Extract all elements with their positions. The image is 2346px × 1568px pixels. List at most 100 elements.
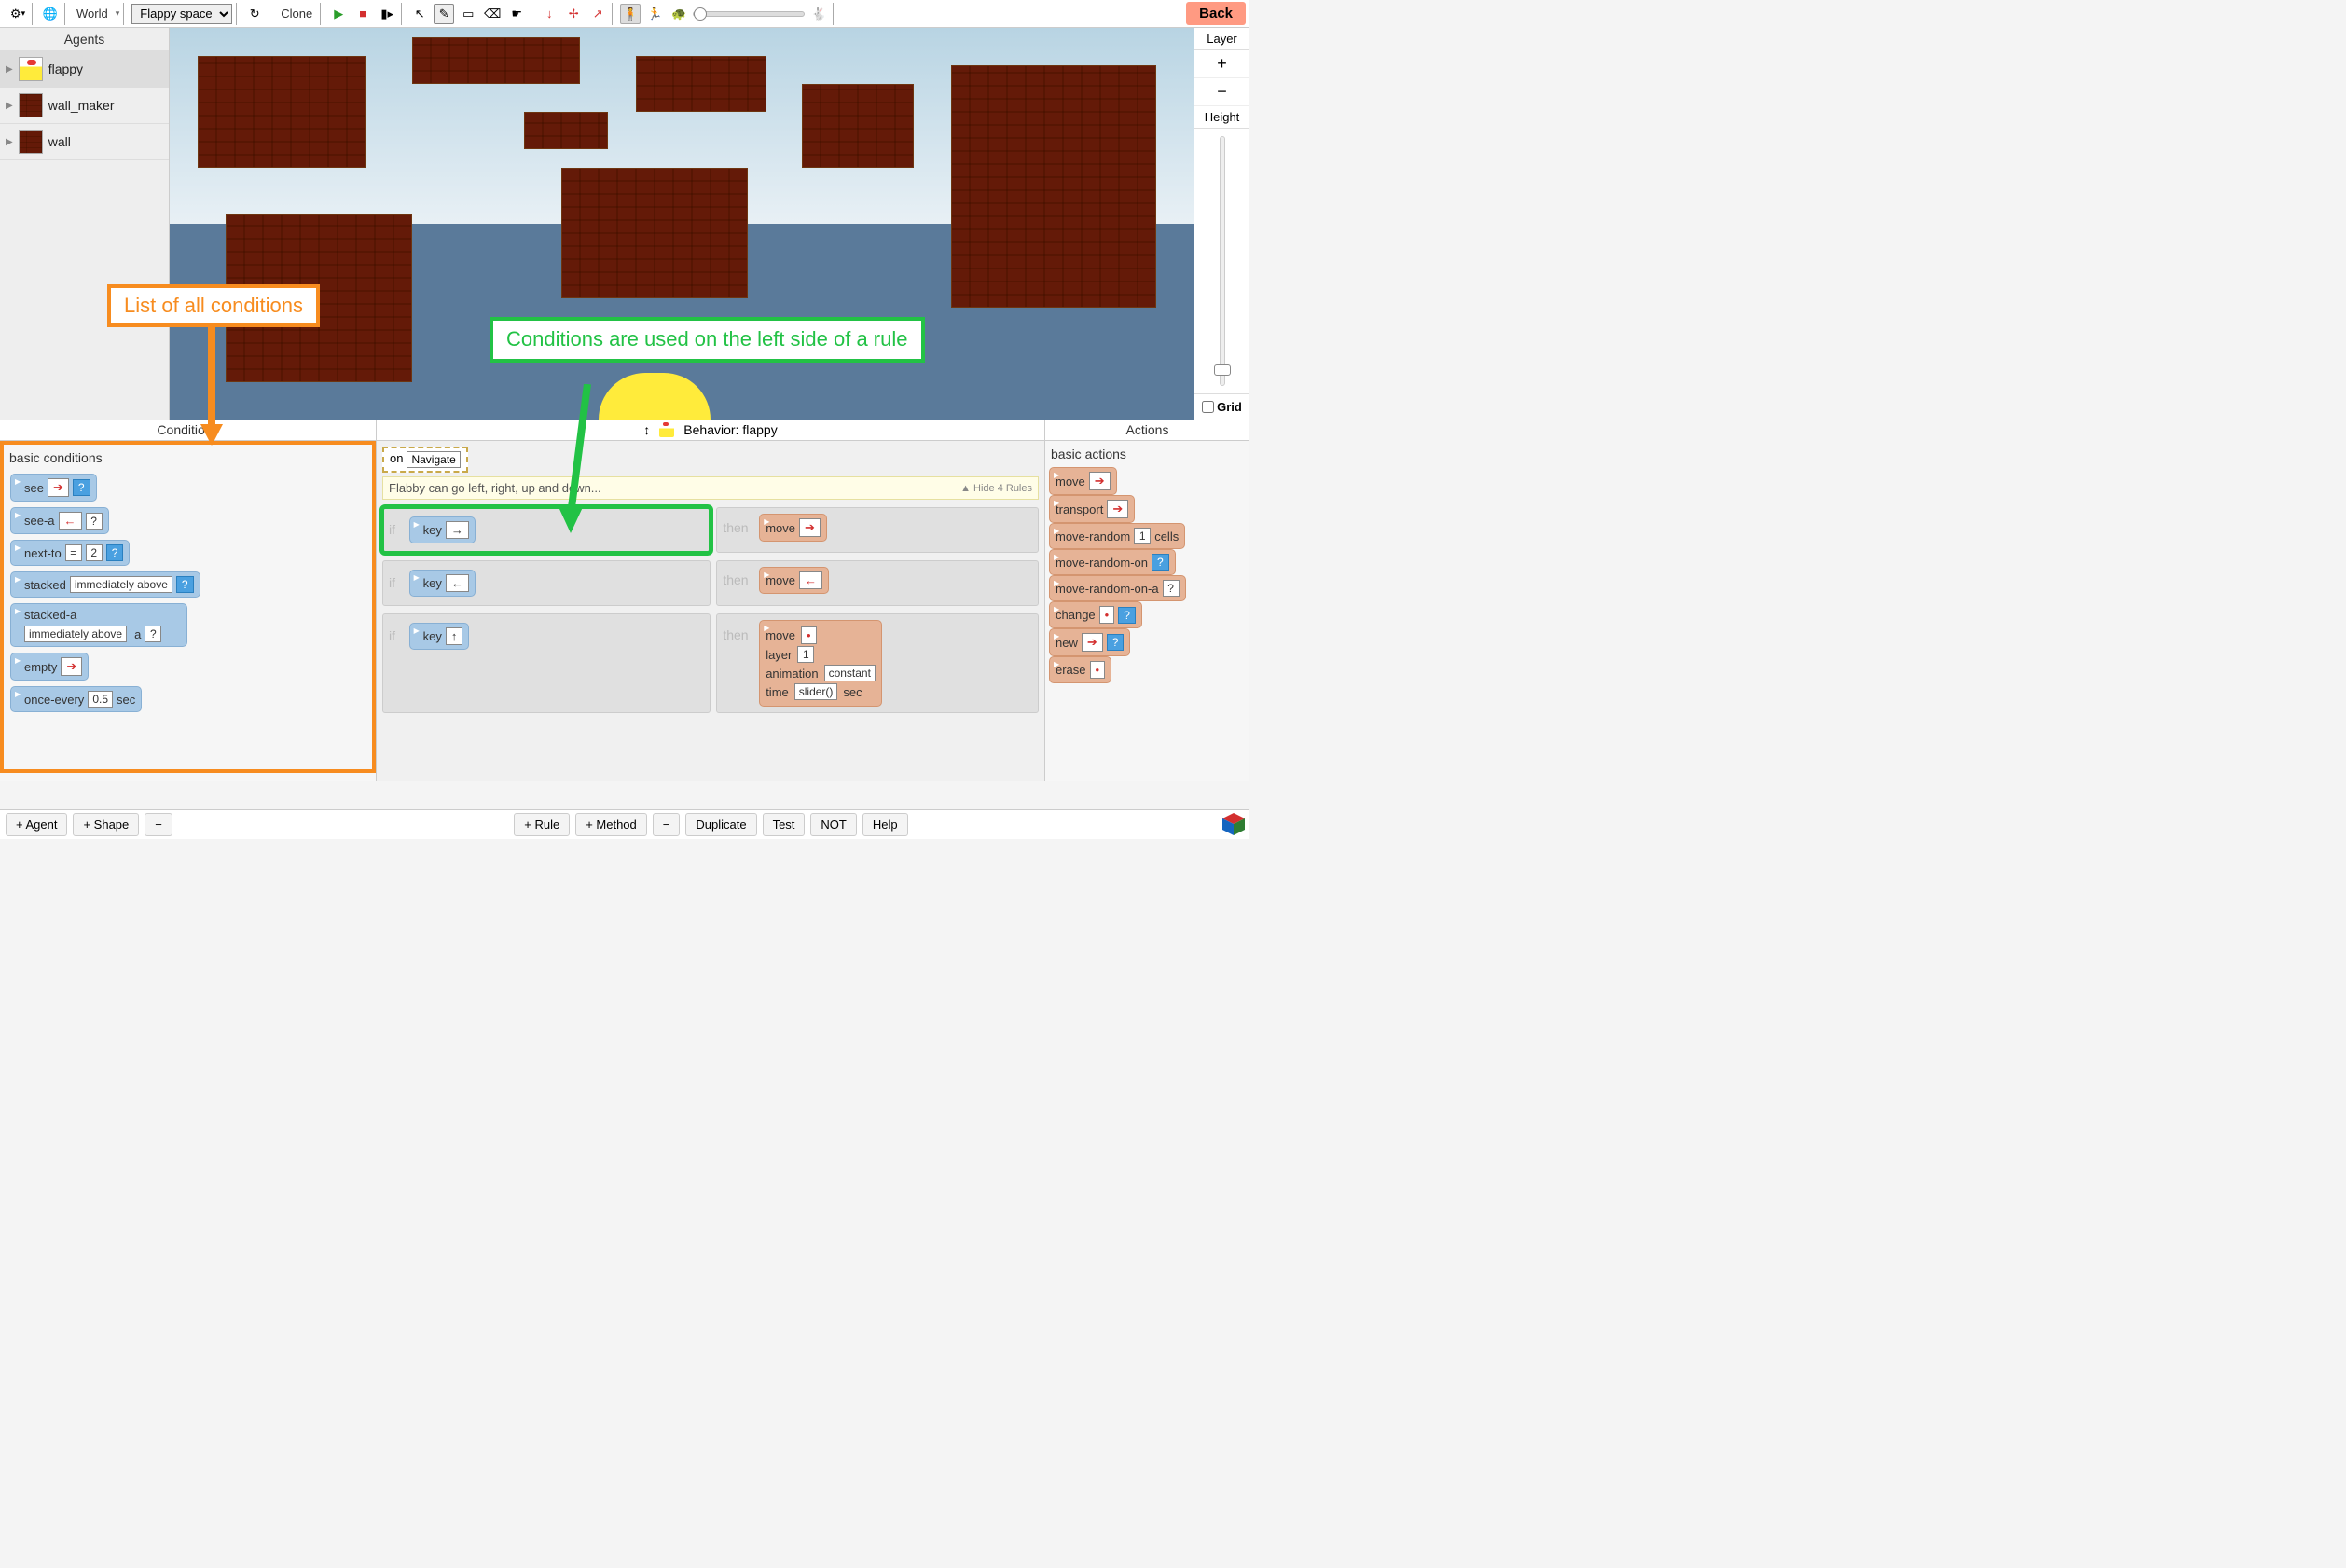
arrow-green-icon — [559, 384, 615, 533]
block-move[interactable]: ▶move ← — [759, 567, 829, 594]
bottom-toolbar: + Agent + Shape − + Rule + Method − Dupl… — [0, 809, 1249, 839]
block-empty[interactable]: ▶empty ➔ — [10, 653, 89, 681]
remove-rule-button[interactable]: − — [653, 813, 681, 836]
move-cross-icon[interactable]: ✢ — [563, 4, 584, 24]
block-see[interactable]: ▶see ➔ ? — [10, 474, 97, 502]
hide-rules-toggle[interactable]: ▲ Hide 4 Rules — [960, 483, 1032, 494]
not-button[interactable]: NOT — [810, 813, 856, 836]
agents-header: Agents — [0, 28, 169, 51]
rule-description[interactable]: Flabby can go left, right, up and down..… — [382, 476, 1039, 500]
select-rect-icon[interactable]: ▭ — [458, 4, 478, 24]
block-transport[interactable]: ▶transport ➔ — [1049, 495, 1135, 523]
hand-icon[interactable]: ☛ — [506, 4, 527, 24]
rule-row: if ▶key → then ▶move ➔ — [382, 507, 1039, 553]
callout-rule-left: Conditions are used on the left side of … — [490, 317, 925, 363]
block-move-random-on-a[interactable]: ▶move-random-on-a ? — [1049, 575, 1186, 601]
agent-brick-icon — [19, 130, 43, 154]
block-see-a[interactable]: ▶see-a ← ? — [10, 507, 109, 534]
block-move-complex[interactable]: ▶ move • layer 1 animation constant time… — [759, 620, 882, 707]
chevron-right-icon: ▶ — [6, 101, 13, 111]
block-stacked-a[interactable]: ▶stacked-a immediately abovea ? — [10, 603, 187, 647]
agent-flappy-icon — [659, 422, 674, 437]
basic-actions-header: basic actions — [1049, 445, 1246, 467]
rule-editor: Conditions basic conditions ▶see ➔ ? ▶se… — [0, 420, 1249, 781]
rule-then-slot[interactable]: then ▶move ➔ — [716, 507, 1039, 553]
rule-if-slot[interactable]: if ▶key → — [382, 507, 711, 553]
rule-if-slot[interactable]: if ▶key ← — [382, 560, 711, 606]
duplicate-button[interactable]: Duplicate — [685, 813, 756, 836]
rule-row: if ▶key ← then ▶move ← — [382, 560, 1039, 606]
play-icon[interactable]: ▶ — [328, 4, 349, 24]
gear-icon[interactable]: ⚙▾ — [7, 4, 28, 24]
turtle-fast-icon[interactable]: 🐇 — [808, 4, 829, 24]
globe-icon[interactable]: 🌐 — [40, 4, 61, 24]
agent-name: wall — [48, 134, 71, 149]
block-key[interactable]: ▶key ← — [409, 570, 476, 597]
rule-row: if ▶key ↑ then ▶ move • layer 1 animatio… — [382, 613, 1039, 713]
arrow-upright-icon[interactable]: ↗ — [587, 4, 608, 24]
add-shape-button[interactable]: + Shape — [73, 813, 139, 836]
arrow-orange-icon — [200, 317, 228, 446]
on-navigate-block[interactable]: on Navigate — [382, 447, 468, 473]
height-header: Height — [1194, 106, 1249, 129]
behavior-title: Behavior: flappy — [683, 422, 777, 437]
height-slider[interactable] — [1220, 136, 1225, 386]
project-select[interactable]: Flappy space — [131, 4, 232, 24]
block-stacked[interactable]: ▶stacked immediately above ? — [10, 571, 200, 598]
agent-name: flappy — [48, 62, 83, 76]
help-button[interactable]: Help — [862, 813, 908, 836]
conditions-column: Conditions basic conditions ▶see ➔ ? ▶se… — [0, 420, 377, 781]
person-icon[interactable]: 🧍 — [620, 4, 641, 24]
resize-vertical-icon[interactable]: ↕ — [643, 422, 650, 437]
block-move-random-on[interactable]: ▶move-random-on ? — [1049, 549, 1176, 575]
arrow-down-red-icon[interactable]: ↓ — [539, 4, 559, 24]
actions-header: Actions — [1045, 420, 1249, 441]
agent-brick-icon — [19, 93, 43, 117]
back-button[interactable]: Back — [1186, 2, 1246, 25]
agent-name: wall_maker — [48, 98, 115, 113]
stop-icon[interactable]: ■ — [352, 4, 373, 24]
rule-then-slot[interactable]: then ▶move ← — [716, 560, 1039, 606]
run-icon[interactable]: 🏃 — [644, 4, 665, 24]
callout-conditions-list: List of all conditions — [107, 284, 320, 327]
clone-button[interactable]: Clone — [277, 7, 316, 21]
agents-panel: Agents ▶ flappy ▶ wall_maker ▶ wall — [0, 28, 170, 420]
conditions-header: Conditions — [0, 420, 376, 441]
block-move[interactable]: ▶move ➔ — [759, 514, 827, 542]
add-rule-button[interactable]: + Rule — [514, 813, 570, 836]
block-move-random[interactable]: ▶move-random 1 cells — [1049, 523, 1185, 549]
test-button[interactable]: Test — [763, 813, 806, 836]
speed-slider[interactable] — [693, 11, 805, 17]
block-key[interactable]: ▶key ↑ — [409, 623, 470, 650]
layer-plus-button[interactable]: + — [1194, 50, 1249, 78]
layer-header: Layer — [1194, 28, 1249, 50]
block-move[interactable]: ▶move ➔ — [1049, 467, 1117, 495]
agent-item-wall-maker[interactable]: ▶ wall_maker — [0, 88, 169, 124]
layer-minus-button[interactable]: − — [1194, 78, 1249, 106]
turtle-slow-icon[interactable]: 🐢 — [669, 4, 689, 24]
step-icon[interactable]: ▮▸ — [377, 4, 397, 24]
eraser-icon[interactable]: ⌫ — [482, 4, 503, 24]
agent-item-wall[interactable]: ▶ wall — [0, 124, 169, 160]
block-next-to[interactable]: ▶next-to = 2 ? — [10, 540, 130, 566]
block-key[interactable]: ▶key → — [409, 516, 476, 543]
rule-if-slot[interactable]: if ▶key ↑ — [382, 613, 711, 713]
refresh-icon[interactable]: ↻ — [244, 4, 265, 24]
remove-agent-button[interactable]: − — [145, 813, 172, 836]
block-change[interactable]: ▶change • ? — [1049, 601, 1142, 628]
actions-column: Actions basic actions ▶move ➔ ▶transport… — [1044, 420, 1249, 781]
add-agent-button[interactable]: + Agent — [6, 813, 67, 836]
block-once-every[interactable]: ▶once-every 0.5 sec — [10, 686, 142, 712]
pencil-icon[interactable]: ✎ — [434, 4, 454, 24]
chevron-right-icon: ▶ — [6, 137, 13, 147]
rule-then-slot[interactable]: then ▶ move • layer 1 animation constant… — [716, 613, 1039, 713]
add-method-button[interactable]: + Method — [575, 813, 647, 836]
block-erase[interactable]: ▶erase • — [1049, 656, 1111, 683]
agentcubes-logo-icon — [1221, 812, 1246, 836]
agent-flappy-icon — [19, 57, 43, 81]
block-new[interactable]: ▶new ➔ ? — [1049, 628, 1130, 656]
agent-item-flappy[interactable]: ▶ flappy — [0, 51, 169, 88]
pointer-icon[interactable]: ↖ — [409, 4, 430, 24]
grid-checkbox[interactable]: Grid — [1194, 393, 1249, 420]
world-label[interactable]: World — [73, 7, 112, 21]
